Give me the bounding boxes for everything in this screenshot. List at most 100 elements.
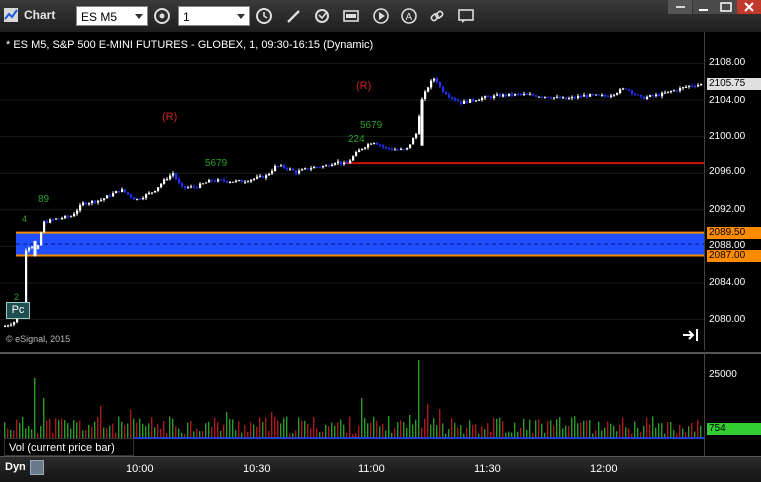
interval-settings-icon[interactable] — [153, 7, 171, 25]
volume-bar — [256, 426, 258, 438]
volume-bar — [541, 423, 543, 438]
price-bar-body — [145, 194, 148, 198]
volume-bar — [451, 418, 453, 438]
price-bar-body — [208, 179, 211, 183]
price-bar-body — [70, 216, 73, 218]
price-bar-body — [181, 183, 184, 187]
tpo-annotation: 2 — [14, 292, 19, 302]
volume-bar — [121, 421, 123, 438]
calendar-icon[interactable] — [342, 7, 360, 25]
price-bar-body — [280, 165, 283, 167]
symbol-combo[interactable]: ES M5 — [76, 6, 148, 26]
volume-pane[interactable]: Vol (current price bar) — [0, 352, 704, 457]
volume-bar — [325, 424, 327, 438]
chevron-down-icon[interactable] — [135, 14, 143, 19]
price-bar-body — [193, 186, 196, 188]
price-bar-body — [274, 165, 277, 171]
volume-bar — [574, 416, 576, 438]
volume-bar — [646, 417, 648, 438]
volume-bar — [280, 423, 282, 438]
price-bar-body — [643, 96, 646, 100]
prior-close-marker[interactable]: Pc — [6, 302, 30, 319]
volume-bar — [547, 421, 549, 438]
comment-icon[interactable] — [457, 7, 475, 25]
refresh-icon[interactable] — [313, 7, 331, 25]
price-bar-body — [640, 94, 643, 97]
clock-icon[interactable] — [255, 7, 273, 25]
chevron-down-icon[interactable] — [237, 14, 245, 19]
maximize-button[interactable] — [715, 0, 737, 14]
price-bar-body — [310, 168, 313, 170]
price-bar-body — [562, 97, 565, 99]
volume-bar — [328, 426, 330, 438]
price-bar-body — [265, 175, 268, 178]
price-bar-body — [184, 186, 187, 188]
scroll-to-end-icon[interactable] — [682, 328, 700, 342]
price-bar-body — [73, 213, 76, 217]
volume-bar — [466, 427, 468, 438]
play-icon[interactable] — [372, 7, 390, 25]
price-tick: 2100.00 — [709, 131, 746, 142]
price-chart[interactable]: (R) (R) 89 5679 5679 224 2 4 — [0, 32, 704, 350]
price-bar-body — [406, 147, 409, 150]
price-bar-body — [697, 85, 700, 87]
price-bar-body — [55, 218, 58, 220]
price-bar-body — [427, 87, 430, 92]
price-bar-body — [31, 246, 34, 248]
pin-icon[interactable] — [668, 0, 692, 14]
volume-bar — [523, 418, 525, 438]
price-axis[interactable]: 2108.00 2104.00 2100.00 2096.00 2092.00 … — [704, 32, 761, 350]
price-bar-body — [136, 198, 139, 200]
volume-bar — [448, 429, 450, 438]
price-bar-body — [601, 95, 604, 97]
volume-bar — [34, 378, 36, 438]
volume-bar — [7, 428, 9, 438]
volume-bar — [649, 424, 651, 438]
volume-bar — [670, 422, 672, 438]
volume-axis[interactable]: 25000 754 — [704, 352, 761, 457]
volume-bar — [313, 417, 315, 438]
volume-legend[interactable]: Vol (current price bar) — [4, 438, 134, 456]
price-bar-body — [178, 178, 181, 184]
price-bar-body — [166, 179, 169, 181]
interval-combo[interactable]: 1 — [178, 6, 250, 26]
price-bar-body — [4, 326, 7, 328]
volume-bar — [379, 426, 381, 438]
volume-bar — [559, 417, 561, 438]
price-bar-body — [157, 187, 160, 191]
volume-bar — [580, 422, 582, 438]
price-bar-body — [334, 163, 337, 165]
volume-bar — [571, 417, 573, 438]
time-axis[interactable]: Dyn 10:00 10:30 11:00 11:30 12:00 — [0, 456, 761, 482]
volume-bar — [145, 425, 147, 438]
price-bar-body — [259, 175, 262, 177]
close-button[interactable] — [737, 0, 761, 14]
price-bar-body — [565, 97, 568, 100]
price-bar-body — [451, 97, 454, 99]
last-volume-tag: 754 — [707, 423, 761, 435]
price-bar-body — [661, 92, 664, 97]
volume-bar — [538, 419, 540, 438]
price-tick: 2108.00 — [709, 57, 746, 68]
volume-bar — [556, 419, 558, 438]
dynamic-mode-label[interactable]: Dyn — [5, 461, 26, 473]
price-bar-body — [349, 160, 352, 164]
volume-bar — [274, 416, 276, 438]
pencil-icon[interactable] — [285, 7, 303, 25]
svg-text:A: A — [406, 12, 413, 23]
alert-icon[interactable]: A — [400, 7, 418, 25]
volume-bar — [439, 409, 441, 438]
minimize-button[interactable] — [693, 0, 715, 14]
price-bar-body — [247, 181, 250, 183]
price-pane[interactable]: (R) (R) 89 5679 5679 224 2 4 * ES M5, S&P 500 E… — [0, 32, 704, 350]
link-icon[interactable] — [428, 7, 446, 25]
price-bar-body — [682, 87, 685, 89]
tpo-annotation: 89 — [38, 194, 50, 205]
price-bar-body — [490, 96, 493, 98]
lock-icon[interactable] — [30, 460, 44, 475]
price-bar-body — [307, 168, 310, 170]
volume-bar — [82, 430, 84, 438]
time-tick: 10:00 — [126, 463, 154, 475]
volume-bar — [286, 416, 288, 438]
volume-bar — [127, 423, 129, 438]
